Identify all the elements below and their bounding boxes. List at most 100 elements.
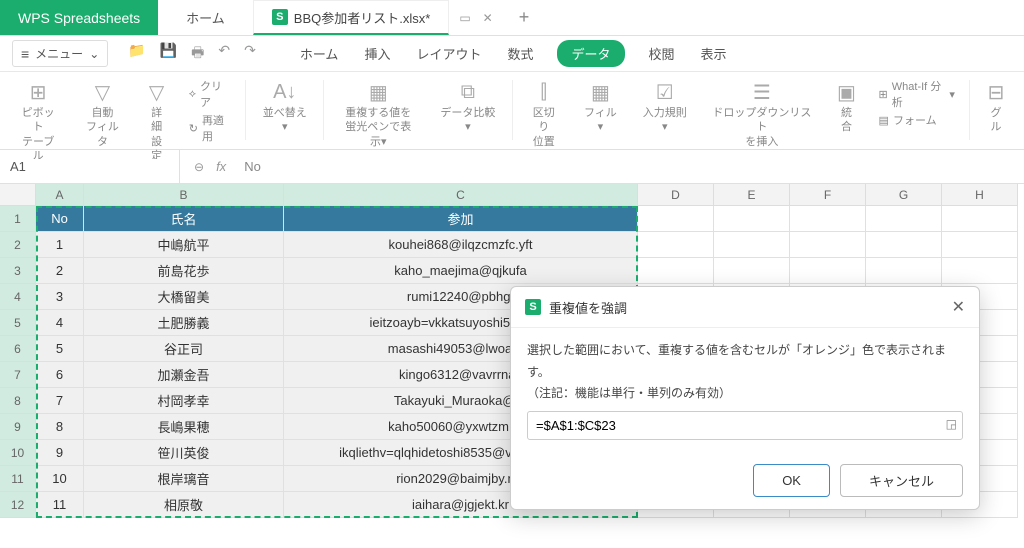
row-header[interactable]: 8	[0, 388, 36, 414]
row-header[interactable]: 7	[0, 362, 36, 388]
home-tab[interactable]: ホーム	[158, 0, 253, 35]
highlight-duplicates-button[interactable]: ▦重複する値を 蛍光ペンで表示▾	[330, 76, 426, 151]
file-tab[interactable]: S BBQ参加者リスト.xlsx*	[253, 0, 450, 35]
cell-no[interactable]: 1	[36, 232, 84, 258]
cell-name[interactable]: 谷正司	[84, 336, 284, 362]
ok-button[interactable]: OK	[753, 464, 830, 497]
whatif-button[interactable]: ⊞What-If 分析▾	[879, 78, 955, 110]
cell[interactable]	[790, 232, 866, 258]
cell[interactable]	[638, 232, 714, 258]
cell-name[interactable]: 長嶋果穂	[84, 414, 284, 440]
reapply-button[interactable]: ↻再適用	[189, 112, 231, 144]
add-tab-button[interactable]: +	[503, 0, 546, 35]
header-cell-name[interactable]: 氏名	[84, 206, 284, 232]
col-header-f[interactable]: F	[790, 184, 866, 206]
cell-no[interactable]: 2	[36, 258, 84, 284]
cell-name[interactable]: 村岡孝幸	[84, 388, 284, 414]
menu-button[interactable]: メニュー ⌄	[12, 40, 108, 67]
col-header-a[interactable]: A	[36, 184, 84, 206]
cell[interactable]	[942, 206, 1018, 232]
range-input[interactable]	[527, 411, 963, 440]
tab-home[interactable]: ホーム	[298, 40, 341, 67]
close-icon[interactable]: ✕	[952, 297, 965, 317]
auto-filter-button[interactable]: ▽自動 フィルタ	[72, 76, 132, 151]
cell[interactable]	[866, 232, 942, 258]
cell-no[interactable]: 7	[36, 388, 84, 414]
cell-name[interactable]: 土肥勝義	[84, 310, 284, 336]
row-header[interactable]: 4	[0, 284, 36, 310]
cell[interactable]	[714, 258, 790, 284]
redo-icon[interactable]: ↷	[244, 42, 256, 66]
col-header-e[interactable]: E	[714, 184, 790, 206]
open-icon[interactable]: 📁	[128, 42, 145, 66]
tab-review[interactable]: 校閲	[647, 40, 677, 67]
cell-name[interactable]: 大橋留美	[84, 284, 284, 310]
undo-icon[interactable]: ↶	[218, 42, 230, 66]
cell-no[interactable]: 3	[36, 284, 84, 310]
cell[interactable]	[866, 258, 942, 284]
close-tab-icon[interactable]: ✕	[483, 11, 493, 25]
row-header[interactable]: 3	[0, 258, 36, 284]
cell-name[interactable]: 相原敬	[84, 492, 284, 518]
row-header[interactable]: 9	[0, 414, 36, 440]
tab-view[interactable]: 表示	[699, 40, 729, 67]
fx-icon[interactable]: fx	[216, 159, 226, 174]
cell[interactable]	[714, 232, 790, 258]
validation-button[interactable]: ☑入力規則▾	[632, 76, 697, 137]
row-header[interactable]: 1	[0, 206, 36, 232]
window-restore-icon[interactable]: ▭	[459, 11, 470, 25]
cell-no[interactable]: 4	[36, 310, 84, 336]
fill-button[interactable]: ▦フィル▾	[573, 76, 628, 137]
col-header-b[interactable]: B	[84, 184, 284, 206]
select-all-corner[interactable]	[0, 184, 36, 206]
name-box-input[interactable]	[10, 159, 169, 174]
cell-no[interactable]: 6	[36, 362, 84, 388]
cell-name[interactable]: 根岸璃音	[84, 466, 284, 492]
row-header[interactable]: 2	[0, 232, 36, 258]
cell-name[interactable]: 中嶋航平	[84, 232, 284, 258]
text-to-columns-button[interactable]: ⫿区切り 位置	[519, 76, 569, 151]
cell-name[interactable]: 加瀬金吾	[84, 362, 284, 388]
col-header-c[interactable]: C	[284, 184, 638, 206]
zoom-out-icon[interactable]: ⊖	[194, 160, 204, 174]
print-icon[interactable]: 🖶	[191, 42, 204, 66]
cell-no[interactable]: 5	[36, 336, 84, 362]
row-header[interactable]: 6	[0, 336, 36, 362]
sort-button[interactable]: A↓並べ替え▾	[252, 76, 317, 137]
cell[interactable]	[866, 206, 942, 232]
cell[interactable]	[942, 232, 1018, 258]
row-header[interactable]: 11	[0, 466, 36, 492]
cell-no[interactable]: 8	[36, 414, 84, 440]
group-button[interactable]: ⊟グル	[976, 76, 1016, 137]
dropdown-insert-button[interactable]: ☰ドロップダウンリスト を挿入	[701, 76, 822, 151]
form-button[interactable]: ▤フォーム	[879, 112, 955, 128]
cell-mail[interactable]: kaho_maejima@qjkufa	[284, 258, 638, 284]
tab-layout[interactable]: レイアウト	[414, 40, 483, 67]
cell-no[interactable]: 10	[36, 466, 84, 492]
cell[interactable]	[790, 206, 866, 232]
range-picker-icon[interactable]: ◲	[946, 414, 957, 436]
cell[interactable]	[714, 206, 790, 232]
header-cell-no[interactable]: No	[36, 206, 84, 232]
row-header[interactable]: 10	[0, 440, 36, 466]
cell-name[interactable]: 前島花歩	[84, 258, 284, 284]
clear-filter-button[interactable]: ⟡クリア	[189, 78, 231, 110]
cell[interactable]	[638, 206, 714, 232]
cell-no[interactable]: 9	[36, 440, 84, 466]
cell[interactable]	[790, 258, 866, 284]
cell-name[interactable]: 笹川英俊	[84, 440, 284, 466]
cancel-button[interactable]: キャンセル	[840, 464, 963, 497]
name-box[interactable]	[0, 150, 180, 183]
col-header-d[interactable]: D	[638, 184, 714, 206]
col-header-g[interactable]: G	[866, 184, 942, 206]
tab-formulas[interactable]: 数式	[505, 40, 535, 67]
cell[interactable]	[638, 258, 714, 284]
cell-no[interactable]: 11	[36, 492, 84, 518]
tab-data[interactable]: データ	[557, 40, 624, 67]
row-header[interactable]: 5	[0, 310, 36, 336]
cell[interactable]	[942, 258, 1018, 284]
data-compare-button[interactable]: ⧉データ比較▾	[430, 76, 506, 137]
col-header-h[interactable]: H	[942, 184, 1018, 206]
cell-mail[interactable]: kouhei868@ilqzcmzfc.yft	[284, 232, 638, 258]
consolidate-button[interactable]: ▣統合	[826, 76, 866, 137]
